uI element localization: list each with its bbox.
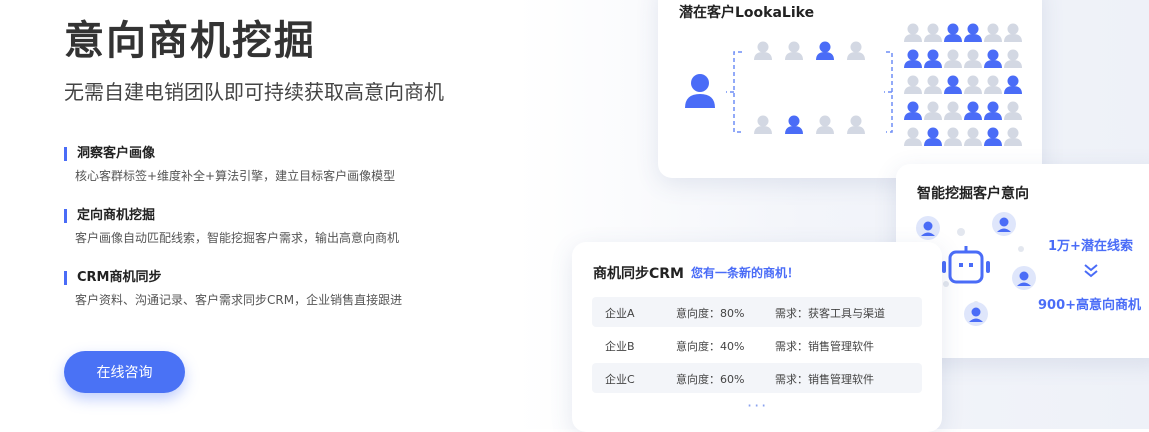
need-cell: 需求：销售管理软件 <box>775 373 874 386</box>
feature-item: 定向商机挖掘 客户画像自动匹配线索，智能挖掘客户需求，输出高意向商机 <box>64 209 399 246</box>
intent-cell: 意向度：40% <box>676 340 745 353</box>
avatar-icon <box>916 216 940 240</box>
need-cell: 需求：销售管理软件 <box>775 340 874 353</box>
feature-desc: 客户资料、沟通记录、客户需求同步CRM，企业销售直接跟进 <box>75 293 403 307</box>
lookalike-card: 潜在客户LookaLike <box>658 0 1042 178</box>
table-row[interactable]: 企业A 意向度：80% 需求：获客工具与渠道 <box>592 297 922 327</box>
avatar-icon <box>1012 266 1036 290</box>
avatar-icon <box>964 302 988 326</box>
company-cell: 企业C <box>605 373 635 386</box>
crm-card: 商机同步CRM 您有一条新的商机！ 企业A 意向度：80% 需求：获客工具与渠道… <box>572 242 942 432</box>
company-cell: 企业B <box>605 340 635 353</box>
crm-title: 商机同步CRM <box>593 266 684 282</box>
more-indicator: ··· <box>747 396 769 415</box>
intent-cell: 意向度：80% <box>676 307 745 320</box>
feature-desc: 核心客群标签+维度补全+算法引擎，建立目标客户画像模型 <box>75 169 396 183</box>
company-cell: 企业A <box>605 307 635 320</box>
intent-title: 智能挖掘客户意向 <box>917 186 1029 202</box>
consult-button[interactable]: 在线咨询 <box>64 351 185 393</box>
opportunity-stat: 900+高意向商机 <box>1038 298 1142 313</box>
avatar-icon <box>992 212 1016 236</box>
feature-title: 洞察客户画像 <box>64 147 395 161</box>
page-subtitle: 无需自建电销团队即可持续获取高意向商机 <box>64 80 444 104</box>
crm-notice: 您有一条新的商机！ <box>691 266 800 280</box>
double-chevron-down-icon <box>1084 264 1098 278</box>
lookalike-diagram <box>685 23 1022 146</box>
need-cell: 需求：获客工具与渠道 <box>775 307 885 320</box>
page-title: 意向商机挖掘 <box>64 18 316 64</box>
feature-desc: 客户画像自动匹配线索，智能挖掘客户需求，输出高意向商机 <box>75 231 400 245</box>
lead-stat: 1万+潜在线索 <box>1048 239 1133 254</box>
intent-cell: 意向度：60% <box>676 373 745 386</box>
robot-icon <box>942 246 990 284</box>
feature-item: CRM商机同步 客户资料、沟通记录、客户需求同步CRM，企业销售直接跟进 <box>64 271 402 308</box>
feature-title: CRM商机同步 <box>64 271 402 285</box>
person-icon <box>685 74 715 108</box>
feature-item: 洞察客户画像 核心客群标签+维度补全+算法引擎，建立目标客户画像模型 <box>64 147 395 184</box>
feature-title: 定向商机挖掘 <box>64 209 399 223</box>
table-row[interactable]: 企业C 意向度：60% 需求：销售管理软件 <box>592 363 922 393</box>
table-row[interactable]: 企业B 意向度：40% 需求：销售管理软件 <box>592 330 922 360</box>
